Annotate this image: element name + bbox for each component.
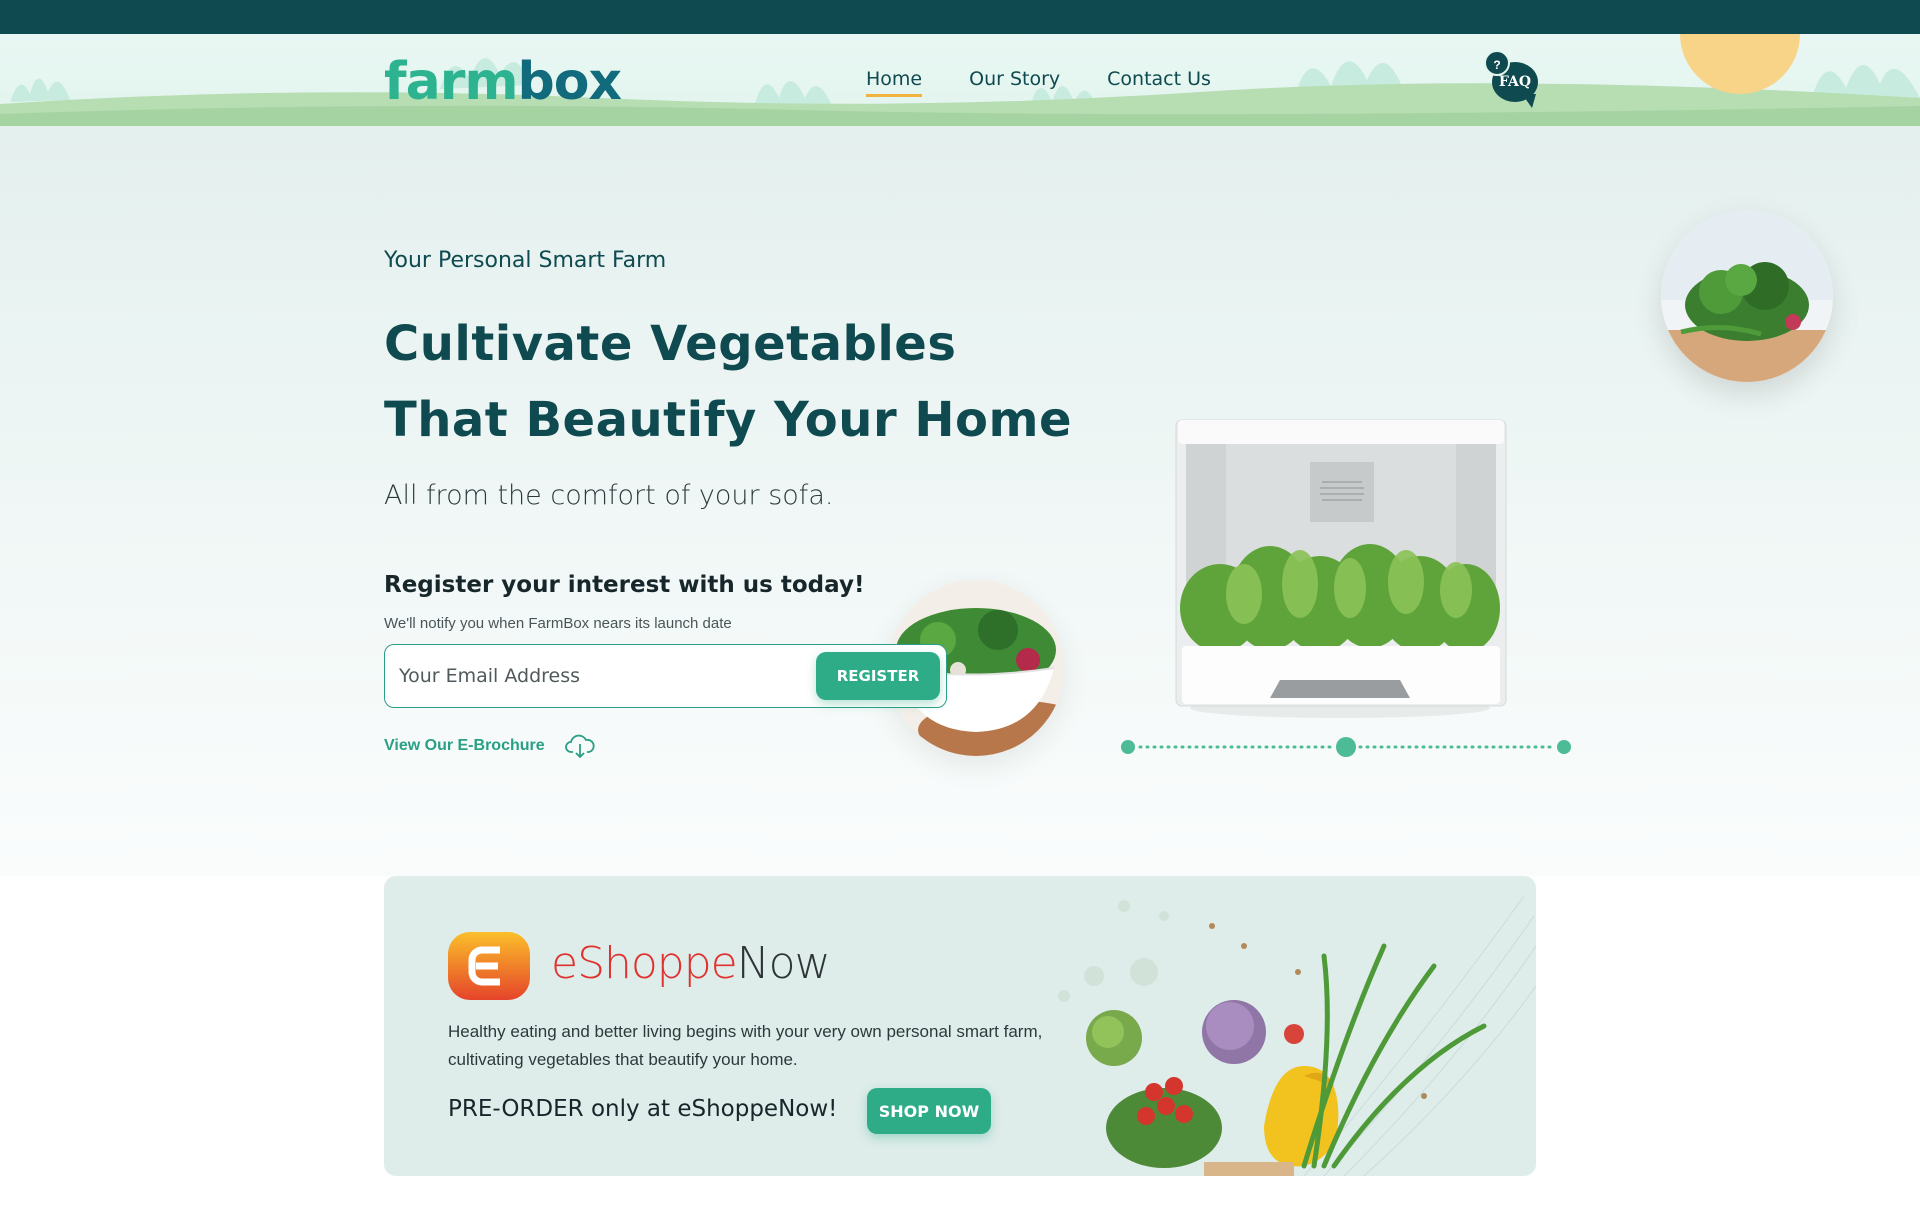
brochure-link-label: View Our E-Brochure bbox=[384, 737, 545, 754]
farmbox-logo[interactable]: farmbox bbox=[384, 52, 622, 112]
eshoppenow-brand-name: eShoppeNow bbox=[551, 938, 831, 989]
faq-question-icon: ? bbox=[1484, 50, 1510, 76]
nav-contact-us[interactable]: Contact Us bbox=[1107, 68, 1211, 97]
vegetables-illustration bbox=[1058, 895, 1536, 1176]
site-header: farmbox Home Our Story Contact Us ? FAQ bbox=[0, 34, 1920, 126]
hero-subheadline: All from the comfort of your sofa. bbox=[384, 480, 834, 511]
hero-eyebrow: Your Personal Smart Farm bbox=[384, 248, 667, 273]
banner-description: Healthy eating and better living begins … bbox=[448, 1022, 1043, 1069]
brand-text-now: Now bbox=[736, 938, 831, 989]
register-form: REGISTER bbox=[384, 644, 947, 708]
top-bar bbox=[0, 0, 1920, 34]
hero-headline-line1: Cultivate Vegetables bbox=[384, 316, 957, 372]
main-nav: Home Our Story Contact Us bbox=[866, 68, 1211, 97]
eshoppenow-banner: eShoppeNow Healthy eating and better liv… bbox=[384, 876, 1536, 1176]
cloud-download-icon bbox=[564, 734, 595, 759]
eshoppenow-logo-icon bbox=[448, 932, 530, 1000]
faq-bubble-tail bbox=[1522, 94, 1536, 108]
farmbox-device-image bbox=[1170, 418, 1510, 718]
nav-home[interactable]: Home bbox=[866, 68, 923, 97]
register-note: We'll notify you when FarmBox nears its … bbox=[384, 615, 732, 632]
logo-text-farm: farm bbox=[384, 52, 519, 112]
register-title: Register your interest with us today! bbox=[384, 572, 865, 598]
greens-image bbox=[1661, 210, 1833, 382]
logo-text-box: box bbox=[517, 52, 622, 112]
preorder-text: PRE-ORDER only at eShoppeNow! bbox=[448, 1096, 838, 1122]
hero-section: Your Personal Smart Farm Cultivate Veget… bbox=[0, 126, 1920, 876]
faq-button[interactable]: ? FAQ bbox=[1484, 50, 1540, 108]
brand-text-eshoppe: eShoppe bbox=[551, 938, 738, 989]
brochure-link[interactable]: View Our E-Brochure bbox=[384, 732, 595, 760]
hero-headline: Cultivate Vegetables That Beautify Your … bbox=[384, 306, 1072, 458]
register-button[interactable]: REGISTER bbox=[816, 652, 940, 700]
hero-headline-line2: That Beautify Your Home bbox=[384, 392, 1073, 448]
email-input[interactable] bbox=[399, 659, 779, 693]
hero-carousel-indicator[interactable] bbox=[1120, 737, 1572, 757]
shop-now-button[interactable]: SHOP NOW bbox=[867, 1088, 991, 1134]
nav-our-story[interactable]: Our Story bbox=[969, 68, 1060, 97]
